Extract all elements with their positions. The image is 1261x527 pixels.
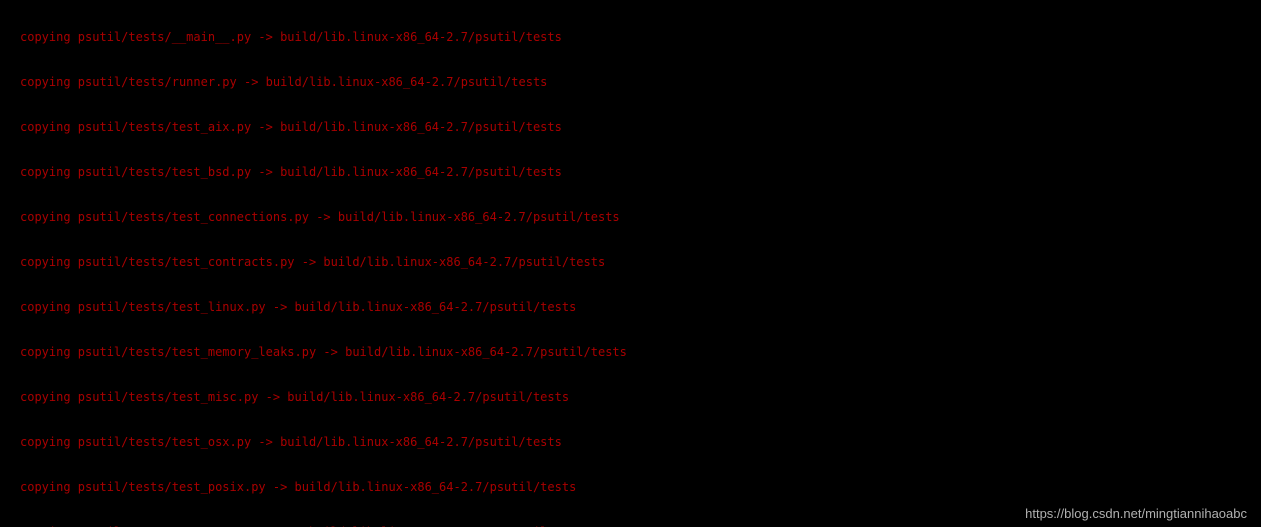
output-line: copying psutil/tests/test_posix.py -> bu… [0,480,1261,495]
terminal-window[interactable]: copying psutil/tests/__main__.py -> buil… [0,0,1261,527]
output-line: copying psutil/tests/test_linux.py -> bu… [0,300,1261,315]
output-line: copying psutil/tests/test_aix.py -> buil… [0,120,1261,135]
output-line: copying psutil/tests/test_misc.py -> bui… [0,390,1261,405]
output-line: copying psutil/tests/test_memory_leaks.p… [0,345,1261,360]
output-line: copying psutil/tests/test_bsd.py -> buil… [0,165,1261,180]
output-line: copying psutil/tests/runner.py -> build/… [0,75,1261,90]
output-line: copying psutil/tests/__main__.py -> buil… [0,30,1261,45]
output-line: copying psutil/tests/test_contracts.py -… [0,255,1261,270]
output-line: copying psutil/tests/test_osx.py -> buil… [0,435,1261,450]
output-line: copying psutil/tests/test_connections.py… [0,210,1261,225]
watermark-text: https://blog.csdn.net/mingtiannihaoabc [1025,506,1247,521]
